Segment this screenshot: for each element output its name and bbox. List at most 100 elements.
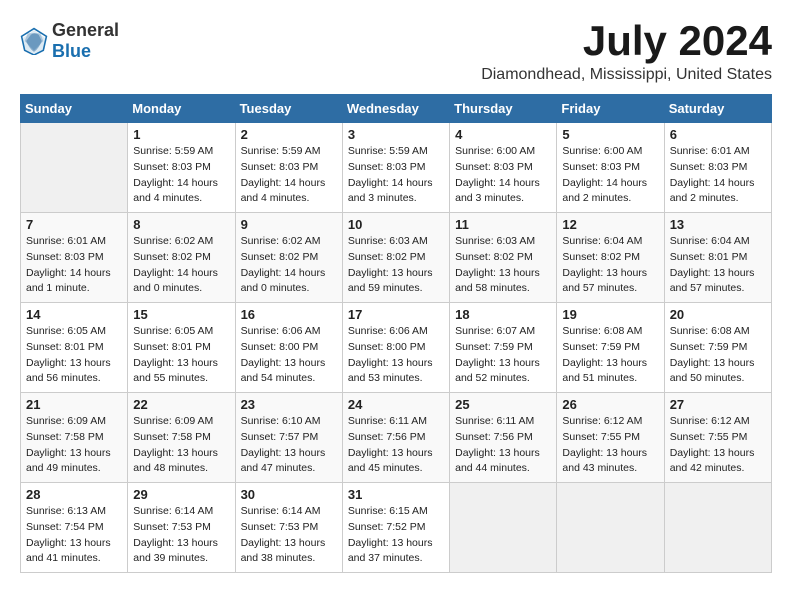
calendar-cell: 8 Sunrise: 6:02 AMSunset: 8:02 PMDaylight… — [128, 213, 235, 303]
day-info: Sunrise: 6:04 AMSunset: 8:02 PMDaylight:… — [562, 234, 658, 297]
calendar-cell: 7 Sunrise: 6:01 AMSunset: 8:03 PMDaylight… — [21, 213, 128, 303]
day-info: Sunrise: 6:01 AMSunset: 8:03 PMDaylight:… — [670, 144, 766, 207]
day-number: 20 — [670, 307, 766, 322]
calendar-week-row: 7 Sunrise: 6:01 AMSunset: 8:03 PMDaylight… — [21, 213, 772, 303]
day-number: 6 — [670, 127, 766, 142]
calendar-cell: 31 Sunrise: 6:15 AMSunset: 7:52 PMDayligh… — [342, 483, 449, 573]
day-info: Sunrise: 6:15 AMSunset: 7:52 PMDaylight:… — [348, 504, 444, 567]
location-title: Diamondhead, Mississippi, United States — [481, 66, 772, 84]
calendar-cell: 3 Sunrise: 5:59 AMSunset: 8:03 PMDaylight… — [342, 123, 449, 213]
calendar-cell: 17Sunrise: 6:06 AMSunset: 8:00 PMDayligh… — [342, 303, 449, 393]
calendar-cell: 18 Sunrise: 6:07 AMSunset: 7:59 PMDayligh… — [450, 303, 557, 393]
day-number: 18 — [455, 307, 551, 322]
day-info: Sunrise: 6:04 AMSunset: 8:01 PMDaylight:… — [670, 234, 766, 297]
day-info: Sunrise: 6:07 AMSunset: 7:59 PMDaylight:… — [455, 324, 551, 387]
day-info: Sunrise: 6:10 AMSunset: 7:57 PMDaylight:… — [241, 414, 337, 477]
page-header: General Blue July 2024 Diamondhead, Miss… — [20, 20, 772, 84]
day-info: Sunrise: 6:09 AMSunset: 7:58 PMDaylight:… — [26, 414, 122, 477]
day-number: 29 — [133, 487, 229, 502]
day-number: 10 — [348, 217, 444, 232]
month-title: July 2024 — [481, 20, 772, 62]
day-info: Sunrise: 6:14 AMSunset: 7:53 PMDaylight:… — [133, 504, 229, 567]
calendar-cell — [450, 483, 557, 573]
day-number: 15 — [133, 307, 229, 322]
day-info: Sunrise: 6:11 AMSunset: 7:56 PMDaylight:… — [455, 414, 551, 477]
day-info: Sunrise: 6:02 AMSunset: 8:02 PMDaylight:… — [241, 234, 337, 297]
day-number: 28 — [26, 487, 122, 502]
weekday-header: Saturday — [664, 95, 771, 123]
day-info: Sunrise: 5:59 AMSunset: 8:03 PMDaylight:… — [348, 144, 444, 207]
day-number: 23 — [241, 397, 337, 412]
calendar-cell: 5Sunrise: 6:00 AMSunset: 8:03 PMDaylight… — [557, 123, 664, 213]
logo: General Blue — [20, 20, 119, 62]
day-number: 21 — [26, 397, 122, 412]
day-info: Sunrise: 6:12 AMSunset: 7:55 PMDaylight:… — [670, 414, 766, 477]
day-info: Sunrise: 6:13 AMSunset: 7:54 PMDaylight:… — [26, 504, 122, 567]
weekday-header: Monday — [128, 95, 235, 123]
calendar-cell: 23 Sunrise: 6:10 AMSunset: 7:57 PMDayligh… — [235, 393, 342, 483]
weekday-header: Wednesday — [342, 95, 449, 123]
day-number: 25 — [455, 397, 551, 412]
calendar-cell: 15 Sunrise: 6:05 AMSunset: 8:01 PMDayligh… — [128, 303, 235, 393]
day-number: 16 — [241, 307, 337, 322]
calendar-cell — [664, 483, 771, 573]
calendar-cell: 2Sunrise: 5:59 AMSunset: 8:03 PMDaylight… — [235, 123, 342, 213]
day-number: 13 — [670, 217, 766, 232]
day-number: 27 — [670, 397, 766, 412]
day-info: Sunrise: 6:08 AMSunset: 7:59 PMDaylight:… — [670, 324, 766, 387]
calendar-cell: 29 Sunrise: 6:14 AMSunset: 7:53 PMDayligh… — [128, 483, 235, 573]
calendar-cell: 30Sunrise: 6:14 AMSunset: 7:53 PMDayligh… — [235, 483, 342, 573]
day-number: 1 — [133, 127, 229, 142]
day-number: 17 — [348, 307, 444, 322]
day-info: Sunrise: 6:12 AMSunset: 7:55 PMDaylight:… — [562, 414, 658, 477]
calendar-cell: 4 Sunrise: 6:00 AMSunset: 8:03 PMDaylight… — [450, 123, 557, 213]
calendar-cell: 16Sunrise: 6:06 AMSunset: 8:00 PMDayligh… — [235, 303, 342, 393]
day-number: 14 — [26, 307, 122, 322]
weekday-header-row: SundayMondayTuesdayWednesdayThursdayFrid… — [21, 95, 772, 123]
calendar-cell: 27 Sunrise: 6:12 AMSunset: 7:55 PMDayligh… — [664, 393, 771, 483]
day-number: 3 — [348, 127, 444, 142]
day-info: Sunrise: 6:02 AMSunset: 8:02 PMDaylight:… — [133, 234, 229, 297]
day-info: Sunrise: 6:11 AMSunset: 7:56 PMDaylight:… — [348, 414, 444, 477]
day-info: Sunrise: 6:00 AMSunset: 8:03 PMDaylight:… — [455, 144, 551, 207]
day-number: 4 — [455, 127, 551, 142]
calendar-cell: 20 Sunrise: 6:08 AMSunset: 7:59 PMDayligh… — [664, 303, 771, 393]
calendar-cell: 6 Sunrise: 6:01 AMSunset: 8:03 PMDaylight… — [664, 123, 771, 213]
calendar-cell: 9 Sunrise: 6:02 AMSunset: 8:02 PMDaylight… — [235, 213, 342, 303]
calendar-week-row: 1 Sunrise: 5:59 AMSunset: 8:03 PMDaylight… — [21, 123, 772, 213]
calendar-cell: 25 Sunrise: 6:11 AMSunset: 7:56 PMDayligh… — [450, 393, 557, 483]
calendar-week-row: 28 Sunrise: 6:13 AMSunset: 7:54 PMDayligh… — [21, 483, 772, 573]
day-info: Sunrise: 6:03 AMSunset: 8:02 PMDaylight:… — [348, 234, 444, 297]
calendar-table: SundayMondayTuesdayWednesdayThursdayFrid… — [20, 94, 772, 573]
day-number: 7 — [26, 217, 122, 232]
weekday-header: Friday — [557, 95, 664, 123]
day-info: Sunrise: 6:08 AMSunset: 7:59 PMDaylight:… — [562, 324, 658, 387]
calendar-cell: 26 Sunrise: 6:12 AMSunset: 7:55 PMDayligh… — [557, 393, 664, 483]
calendar-week-row: 14 Sunrise: 6:05 AMSunset: 8:01 PMDayligh… — [21, 303, 772, 393]
day-number: 19 — [562, 307, 658, 322]
day-number: 31 — [348, 487, 444, 502]
logo-icon — [20, 27, 48, 55]
logo-text: General Blue — [52, 20, 119, 62]
day-number: 2 — [241, 127, 337, 142]
day-info: Sunrise: 6:01 AMSunset: 8:03 PMDaylight:… — [26, 234, 122, 297]
calendar-cell: 11 Sunrise: 6:03 AMSunset: 8:02 PMDayligh… — [450, 213, 557, 303]
day-number: 26 — [562, 397, 658, 412]
calendar-cell: 19 Sunrise: 6:08 AMSunset: 7:59 PMDayligh… — [557, 303, 664, 393]
day-number: 24 — [348, 397, 444, 412]
calendar-cell: 13 Sunrise: 6:04 AMSunset: 8:01 PMDayligh… — [664, 213, 771, 303]
calendar-header: SundayMondayTuesdayWednesdayThursdayFrid… — [21, 95, 772, 123]
day-number: 11 — [455, 217, 551, 232]
day-info: Sunrise: 6:09 AMSunset: 7:58 PMDaylight:… — [133, 414, 229, 477]
calendar-body: 1 Sunrise: 5:59 AMSunset: 8:03 PMDaylight… — [21, 123, 772, 573]
day-number: 5 — [562, 127, 658, 142]
calendar-cell: 21 Sunrise: 6:09 AMSunset: 7:58 PMDayligh… — [21, 393, 128, 483]
weekday-header: Sunday — [21, 95, 128, 123]
calendar-cell: 14Sunrise: 6:05 AMSunset: 8:01 PMDayligh… — [21, 303, 128, 393]
day-number: 12 — [562, 217, 658, 232]
day-info: Sunrise: 6:05 AMSunset: 8:01 PMDaylight:… — [133, 324, 229, 387]
day-info: Sunrise: 5:59 AMSunset: 8:03 PMDaylight:… — [133, 144, 229, 207]
day-number: 8 — [133, 217, 229, 232]
day-info: Sunrise: 6:03 AMSunset: 8:02 PMDaylight:… — [455, 234, 551, 297]
day-number: 9 — [241, 217, 337, 232]
